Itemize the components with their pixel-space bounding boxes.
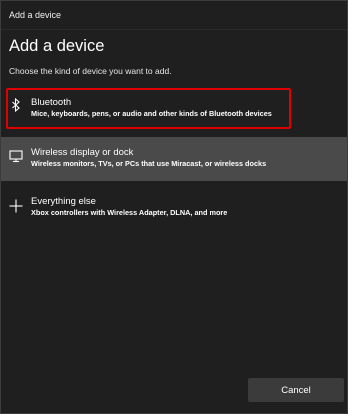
option-title: Everything else <box>31 196 96 207</box>
page-title: Add a device <box>9 37 105 55</box>
option-wireless-display[interactable]: Wireless display or dock Wireless monito… <box>1 137 347 181</box>
plus-icon <box>9 199 23 213</box>
window-title: Add a device <box>1 1 347 30</box>
monitor-icon <box>9 150 23 163</box>
cancel-button[interactable]: Cancel <box>248 378 344 402</box>
option-everything-else[interactable]: Everything else Xbox controllers with Wi… <box>1 191 347 225</box>
bluetooth-icon <box>12 98 20 112</box>
page-subtitle: Choose the kind of device you want to ad… <box>9 66 172 76</box>
add-device-dialog: Add a device Add a device Choose the kin… <box>0 0 348 414</box>
option-description: Mice, keyboards, pens, or audio and othe… <box>31 109 272 118</box>
option-title: Bluetooth <box>31 97 72 108</box>
option-bluetooth[interactable]: Bluetooth Mice, keyboards, pens, or audi… <box>1 87 347 131</box>
option-description: Xbox controllers with Wireless Adapter, … <box>31 208 228 217</box>
option-description: Wireless monitors, TVs, or PCs that use … <box>31 159 267 168</box>
option-title: Wireless display or dock <box>31 147 134 158</box>
